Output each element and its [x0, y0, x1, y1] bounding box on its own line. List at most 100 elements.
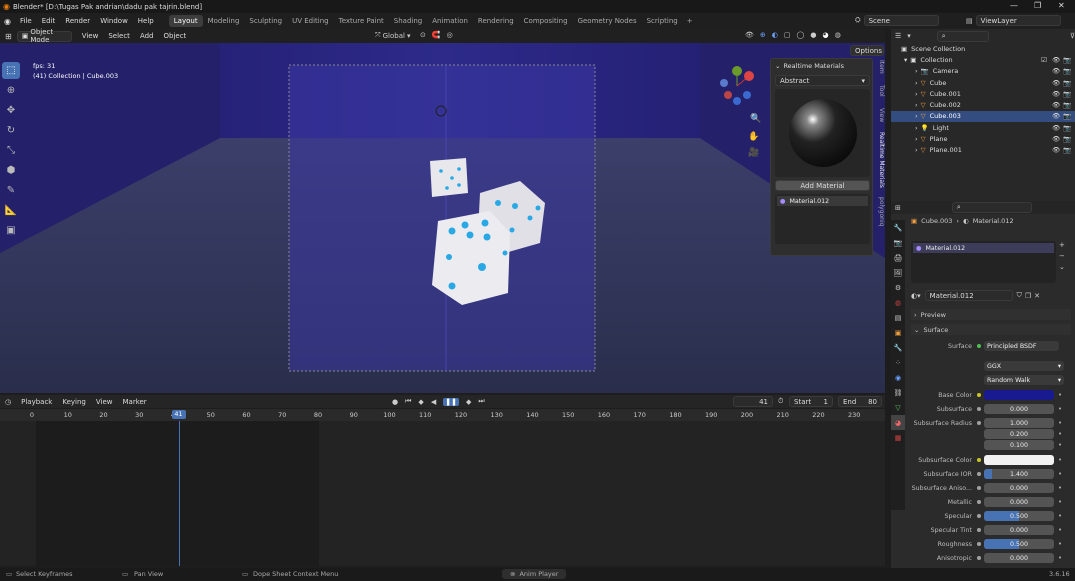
keyframe-dot-icon[interactable]: •	[1058, 512, 1062, 520]
chevron-right-icon[interactable]: ›	[915, 124, 918, 132]
annotate-tool[interactable]: ✎	[2, 182, 20, 199]
keyframe-dot-icon[interactable]: •	[1058, 456, 1062, 464]
editor-type-icon[interactable]: ⊞	[0, 32, 17, 41]
tab-rendering[interactable]: Rendering	[473, 15, 519, 27]
rendered-shading-icon[interactable]: ◍	[835, 31, 841, 39]
orientation-selector[interactable]: ⤧ Global ▾	[375, 31, 410, 40]
value-field[interactable]: 1.400	[984, 469, 1054, 479]
snap-icon[interactable]: 🧲	[432, 31, 441, 39]
camera-render-icon[interactable]: 📷	[1063, 79, 1071, 87]
visibility-icon[interactable]: 👁	[745, 31, 754, 39]
move-tool[interactable]: ✥	[2, 102, 20, 119]
material-slot-item[interactable]: ● Material.012	[913, 243, 1054, 253]
gizmo-icon[interactable]: ⊕	[760, 31, 766, 39]
chevron-right-icon[interactable]: ›	[915, 135, 918, 143]
tab-realtime-materials[interactable]: Realtime Materials	[875, 130, 885, 190]
outliner-item-cube[interactable]: › ▽ Cube 👁 📷	[891, 77, 1075, 88]
camera-render-icon[interactable]: 📷	[1063, 56, 1071, 64]
constraints-tab-icon[interactable]: ⛓	[891, 385, 905, 400]
wireframe-shading-icon[interactable]: ◯	[797, 31, 805, 39]
physics-tab-icon[interactable]: ◉	[891, 370, 905, 385]
color-swatch[interactable]	[984, 390, 1054, 400]
keyframe-dot-icon[interactable]: •	[1058, 391, 1062, 399]
menu-render[interactable]: Render	[60, 17, 95, 25]
clock-icon[interactable]: ⏱	[778, 397, 783, 406]
output-tab-icon[interactable]: 🖨	[891, 250, 905, 265]
scene-tab-icon[interactable]: ⚙	[891, 280, 905, 295]
outliner-item-camera[interactable]: › 📷 Camera 👁 📷	[891, 66, 1075, 77]
solid-shading-icon[interactable]: ●	[810, 31, 816, 39]
current-frame-field[interactable]: 41	[733, 396, 773, 407]
playhead-marker[interactable]: 41	[171, 410, 186, 419]
chevron-right-icon[interactable]: ›	[915, 90, 918, 98]
panel-header[interactable]: ⌄ Realtime Materials	[771, 59, 872, 73]
value-field[interactable]: 0.000	[984, 553, 1054, 563]
outliner-item-cube-003[interactable]: › ▽ Cube.003 👁 📷	[891, 110, 1075, 123]
tab-scripting[interactable]: Scripting	[642, 15, 683, 27]
eye-icon[interactable]: 👁	[1052, 90, 1060, 98]
frame-ruler[interactable]: 0102030405060708090100110120130140150160…	[0, 409, 885, 421]
viewport-menu-view[interactable]: View	[77, 32, 104, 40]
transform-tool[interactable]: ⬢	[2, 162, 20, 179]
camera-render-icon[interactable]: 📷	[1063, 146, 1071, 154]
timeline-menu-view[interactable]: View	[91, 398, 118, 406]
data-tab-icon[interactable]: ▽	[891, 400, 905, 415]
value-field[interactable]: 0.000	[984, 525, 1054, 535]
add-slot-icon[interactable]: +	[1059, 241, 1065, 249]
checkbox-icon[interactable]: ☑	[1041, 56, 1047, 64]
value-field[interactable]: 0.000	[984, 404, 1054, 414]
surface-shader-field[interactable]: Principled BSDF	[984, 341, 1059, 351]
properties-search-input[interactable]: ⌕	[951, 202, 1032, 213]
properties-editor-icon[interactable]: ⊞	[895, 204, 901, 212]
overlay-icon[interactable]: ◐	[772, 31, 778, 39]
prev-keyframe-icon[interactable]: ◆	[418, 398, 423, 406]
chevron-right-icon[interactable]: ›	[915, 101, 918, 109]
mode-selector[interactable]: ▣ Object Mode	[16, 28, 72, 44]
value-field[interactable]: 0.100	[984, 440, 1054, 450]
menu-window[interactable]: Window	[95, 17, 133, 25]
tab-polygoniq[interactable]: polygoniq	[875, 196, 885, 228]
timeline-menu-keying[interactable]: Keying	[57, 398, 91, 406]
chevron-right-icon[interactable]: ›	[915, 146, 918, 154]
jump-end-icon[interactable]: ⏭	[478, 397, 484, 406]
add-workspace-icon[interactable]: +	[683, 17, 697, 25]
eye-icon[interactable]: 👁	[1052, 135, 1060, 143]
viewport-menu-object[interactable]: Object	[159, 32, 192, 40]
start-frame-field[interactable]: Start 1	[789, 396, 833, 407]
outliner-item-plane-001[interactable]: › ▽ Plane.001 👁 📷	[891, 145, 1075, 156]
value-field[interactable]: 0.000	[984, 497, 1054, 507]
camera-view-icon[interactable]: 🎥	[748, 146, 759, 158]
eye-icon[interactable]: 👁	[1052, 79, 1060, 87]
eye-icon[interactable]: 👁	[1052, 56, 1060, 64]
tab-shading[interactable]: Shading	[389, 15, 427, 27]
camera-render-icon[interactable]: 📷	[1063, 124, 1071, 132]
menu-help[interactable]: Help	[133, 17, 159, 25]
keyframe-dot-icon[interactable]: •	[1058, 470, 1062, 478]
display-mode-icon[interactable]: ▾	[907, 32, 911, 40]
tab-uv-editing[interactable]: UV Editing	[287, 15, 334, 27]
modifier-tab-icon[interactable]: 🔧	[891, 340, 905, 355]
play-reverse-icon[interactable]: ◀	[431, 398, 436, 406]
material-name-field[interactable]: Material.012	[924, 290, 1013, 301]
value-field[interactable]: 1.000	[984, 418, 1054, 428]
scene-collection-row[interactable]: ▣ Scene Collection	[891, 43, 1075, 54]
tab-layout[interactable]: Layout	[168, 15, 203, 27]
world-tab-icon[interactable]: ◍	[891, 295, 905, 310]
measure-tool[interactable]: 📐	[2, 202, 20, 219]
texture-tab-icon[interactable]: ▦	[891, 430, 905, 445]
end-frame-field[interactable]: End 80	[838, 396, 882, 407]
camera-render-icon[interactable]: 📷	[1063, 67, 1071, 75]
camera-render-icon[interactable]: 📷	[1063, 112, 1071, 120]
proportional-edit-icon[interactable]: ◎	[447, 31, 453, 39]
chevron-right-icon[interactable]: ›	[915, 79, 918, 87]
tab-tool[interactable]: Tool	[875, 82, 885, 100]
viewlayer-selector[interactable]: ▤ ViewLayer	[966, 15, 1061, 26]
add-cube-tool[interactable]: ▣	[2, 222, 20, 239]
outliner-search-input[interactable]: ⌕	[936, 30, 989, 42]
cursor-tool[interactable]: ⊕	[2, 82, 20, 99]
maximize-icon[interactable]: ❐	[1034, 1, 1041, 10]
camera-render-icon[interactable]: 📷	[1063, 135, 1071, 143]
view-layer-tab-icon[interactable]: 🖼	[891, 265, 905, 280]
timeline-menu-marker[interactable]: Marker	[117, 398, 151, 406]
unlink-icon[interactable]: ✕	[1034, 292, 1040, 300]
